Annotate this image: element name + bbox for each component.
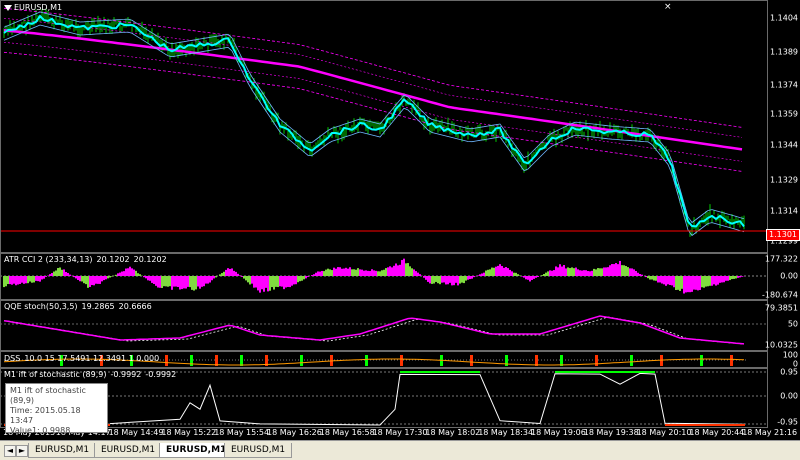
time-label: 18 May 18:34	[478, 428, 534, 437]
close-icon[interactable]: ×	[664, 2, 672, 12]
chart-tab[interactable]: EURUSD,M1	[224, 443, 293, 458]
tab-scroll-right-icon[interactable]: ►	[16, 445, 28, 457]
price-label: 1.1344	[770, 140, 798, 150]
time-label: 18 May 20:44	[689, 428, 745, 437]
price-label: 1.1359	[770, 109, 798, 119]
main-price-axis: 1.1404 1.1389 1.1374 1.1359 1.1344 1.132…	[664, 0, 800, 253]
dss-pane[interactable]: DSS 10.0 15 17.5491 12.3491 1 0.000	[0, 351, 768, 368]
tab-scroll-left-icon[interactable]: ◄	[4, 445, 16, 457]
tooltip-line: (89,9)	[10, 396, 35, 405]
time-label: 18 May 21:16	[742, 428, 798, 437]
time-label: 18 May 16:26	[267, 428, 322, 437]
axis-label: -0.95	[777, 417, 798, 427]
axis-label: 0.00	[780, 391, 798, 401]
chart-window[interactable]: EURUSD,M1 1.1404 1.1389 1.1374 1.1359 1.…	[0, 0, 800, 440]
atr-cci-pane[interactable]: ATR CCI 2 (233,34,13) 20.1202 20.1202	[0, 253, 768, 300]
ift-axis: 0.95 0.00 -0.95	[768, 368, 800, 428]
axis-label: 50	[787, 319, 798, 329]
axis-label: 10.0325	[764, 340, 798, 350]
axis-label: 0.95	[780, 367, 798, 377]
axis-label: 0.00	[780, 271, 798, 281]
atr-cci-axis: 177.322 0.00 -180.674	[762, 253, 800, 300]
tooltip-line: Value1: 0.9988	[10, 426, 71, 435]
tooltip-line: M1 ift of stochastic	[10, 386, 86, 395]
chart-tab-bar: ◄ ► EURUSD,M1 EURUSD,M1 EURUSD,M1 EURUSD…	[0, 440, 800, 460]
time-label: 18 May 18:02	[425, 428, 481, 437]
chart-tab[interactable]: EURUSD,M1	[94, 443, 163, 458]
time-label: 18 May 17:30	[372, 428, 428, 437]
tooltip-line: Time: 2015.05.18 13:47	[10, 406, 81, 425]
dropdown-triangle-icon[interactable]	[4, 4, 12, 11]
axis-label: -180.674	[762, 290, 798, 300]
time-label: 18 May 19:38	[583, 428, 639, 437]
axis-label: 79.3851	[764, 303, 798, 313]
dss-title: DSS 10.0 15 17.5491 12.3491 1 0.000	[4, 354, 160, 363]
qqe-axis: 79.3851 50 10.0325	[764, 300, 800, 351]
chart-tab-active[interactable]: EURUSD,M1	[159, 443, 234, 458]
chart-tab[interactable]: EURUSD,M1	[28, 443, 97, 458]
axis-label: 100	[782, 350, 798, 360]
symbol-title: EURUSD,M1	[4, 3, 62, 12]
symbol-label: EURUSD,M1	[14, 3, 63, 12]
ift-pane[interactable]: M1 ift of stochastic (89,9) -0.9992 -0.999…	[0, 368, 768, 428]
qqe-title: QQE stoch(50,3,5) 19.2865 20.6666	[4, 302, 152, 311]
ift-title: M1 ift of stochastic (89,9) -0.9992 -0.999…	[4, 370, 177, 379]
dss-axis: 100 0	[768, 350, 800, 369]
axis-label: 177.322	[764, 254, 798, 264]
price-label: 1.1389	[770, 47, 798, 57]
time-label: 18 May 15:54	[214, 428, 270, 437]
time-label: 18 May 14:49	[108, 428, 164, 437]
current-price-tag: 1.1301	[766, 229, 800, 241]
atr-cci-title: ATR CCI 2 (233,34,13) 20.1202 20.1202	[4, 255, 167, 264]
time-axis: 18 May 201518 May 14:1718 May 14:4918 Ma…	[0, 428, 797, 440]
price-label: 1.1329	[770, 175, 798, 185]
time-label: 18 May 16:58	[319, 428, 375, 437]
main-pane[interactable]: EURUSD,M1	[0, 0, 768, 253]
price-label: 1.1314	[770, 206, 798, 216]
time-label: 18 May 19:06	[531, 428, 586, 437]
price-label: 1.1404	[770, 13, 798, 23]
qqe-pane[interactable]: QQE stoch(50,3,5) 19.2865 20.6666	[0, 300, 768, 351]
time-label: 18 May 15:22	[161, 428, 217, 437]
indicator-tooltip: M1 ift of stochastic (89,9) Time: 2015.0…	[5, 383, 108, 435]
time-label: 18 May 20:10	[636, 428, 692, 437]
price-label: 1.1374	[770, 80, 798, 90]
